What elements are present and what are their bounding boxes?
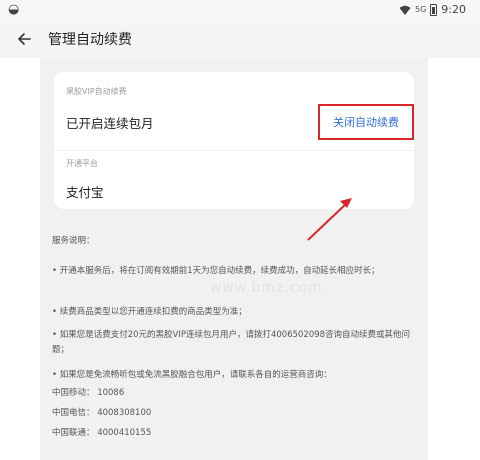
carrier-line: 中国联通： 4000410155 [52,428,152,438]
status-bar-right: 5G 9:20 [399,3,466,16]
description-item: • 如果您是免流畅听包或免流黑胶融合包用户，请联系各自的运营商咨询： [52,370,332,380]
description-heading: 服务说明： [52,236,95,246]
description-item: • 开通本服务后，将在订阅有效期前1天为您自动续费，续费成功，自动延长相应时长； [52,266,380,276]
watermark: www.bmz.com [210,280,323,296]
vip-label: 黑胶VIP自动续费 [66,87,127,96]
status-time: 9:20 [441,3,466,16]
status-bar: ◒ 5G 9:20 [0,0,480,20]
app-bar: 管理自动续费 [0,20,480,58]
description-item: • 续费商品类型以您开通连续扣费的商品类型为准； [52,307,247,317]
content-area: 黑胶VIP自动续费 已开启连续包月 关闭自动续费 开通平台 支付宝 www.bm… [40,58,428,460]
carrier-line: 中国移动： 10086 [52,388,125,398]
platform-label: 开通平台 [66,159,98,168]
vip-status: 已开启连续包月 [66,116,154,131]
app-notification-icon: ◒ [8,2,20,17]
subscription-card: 黑胶VIP自动续费 已开启连续包月 关闭自动续费 开通平台 支付宝 [54,72,414,209]
wifi-icon [399,5,411,15]
description-item: • 如果您是话费支付20元的黑胶VIP连续包月用户，请拨打4006502098咨… [52,330,411,355]
page-title: 管理自动续费 [48,32,132,48]
network-indicator: 5G [415,5,427,14]
back-arrow-icon [18,33,31,45]
back-button[interactable] [0,20,48,58]
platform-value: 支付宝 [66,185,104,200]
divider [54,150,414,151]
close-auto-renew-button[interactable]: 关闭自动续费 [318,104,414,140]
battery-icon [430,3,438,16]
carrier-line: 中国电信： 4008308100 [52,408,152,418]
